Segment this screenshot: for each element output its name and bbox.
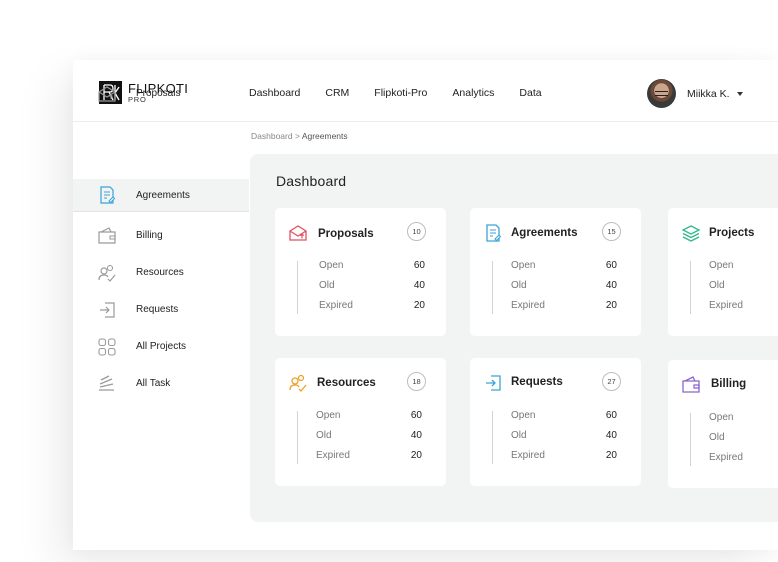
breadcrumb-root[interactable]: Dashboard bbox=[251, 131, 293, 141]
divider bbox=[492, 261, 493, 314]
sidebar-item-label: Requests bbox=[136, 304, 179, 315]
stat-value: 40 bbox=[605, 430, 617, 441]
stat-label: Open bbox=[709, 412, 734, 423]
grid-icon bbox=[98, 337, 116, 356]
document-icon bbox=[486, 224, 502, 242]
sidebar-item-label: All Task bbox=[136, 378, 171, 389]
nav-analytics[interactable]: Analytics bbox=[452, 87, 494, 99]
stat-label: Expired bbox=[319, 300, 353, 311]
sidebar-item-label: Agreements bbox=[136, 189, 190, 201]
sidebar-item-agreements[interactable]: Agreements bbox=[73, 179, 249, 212]
stat-value: 40 bbox=[413, 280, 425, 291]
divider bbox=[297, 261, 298, 314]
stat-label: Old bbox=[511, 430, 527, 441]
dashboard-panel: Dashboard Proposals 10 Open 60 Old 40 Ex… bbox=[250, 154, 778, 522]
stack-icon bbox=[99, 374, 114, 391]
stat-value: 20 bbox=[413, 300, 425, 311]
stat-label: Old bbox=[709, 432, 725, 443]
stat-label: Open bbox=[319, 260, 344, 271]
stat-value: 60 bbox=[413, 260, 425, 271]
divider bbox=[492, 411, 493, 464]
sidebar-item-resources[interactable]: Resources bbox=[73, 256, 249, 289]
divider bbox=[690, 261, 691, 314]
breadcrumb-current: Agreements bbox=[301, 131, 348, 141]
sign-in-icon bbox=[100, 301, 115, 318]
card-title: Agreements bbox=[511, 227, 578, 239]
stat-label: Expired bbox=[316, 450, 350, 461]
users-icon bbox=[289, 374, 307, 392]
sidebar-item-label: All Projects bbox=[136, 341, 187, 352]
stat-label: Old bbox=[709, 280, 725, 291]
stat-value: 20 bbox=[410, 450, 422, 461]
stat-label: Expired bbox=[511, 450, 545, 461]
stat-label: Old bbox=[319, 280, 335, 291]
card-title: Resources bbox=[317, 377, 376, 389]
card-billing[interactable]: Billing Open Old Expired bbox=[668, 360, 778, 488]
nav-crm[interactable]: CRM bbox=[325, 87, 349, 99]
divider bbox=[297, 411, 298, 464]
document-icon bbox=[100, 186, 116, 204]
count-badge: 18 bbox=[407, 372, 426, 391]
card-title: Requests bbox=[511, 376, 563, 388]
sidebar-item-proposals[interactable]: Proposals bbox=[73, 77, 249, 110]
stat-label: Old bbox=[511, 280, 527, 291]
stat-label: Expired bbox=[511, 300, 545, 311]
nav-flipkoti-pro[interactable]: Flipkoti-Pro bbox=[374, 87, 427, 99]
breadcrumb-separator: > bbox=[292, 131, 302, 141]
count-badge: 15 bbox=[602, 222, 621, 241]
sidebar: Proposals Agreements Billing Resources R… bbox=[73, 85, 249, 550]
stat-value: 20 bbox=[605, 450, 617, 461]
sign-in-icon bbox=[486, 375, 501, 391]
stat-label: Old bbox=[316, 430, 332, 441]
card-requests[interactable]: Requests 27 Open 60 Old 40 Expired 20 bbox=[470, 358, 641, 486]
sidebar-item-label: Resources bbox=[136, 267, 184, 278]
envelope-icon bbox=[289, 225, 307, 241]
card-resources[interactable]: Resources 18 Open 60 Old 40 Expired 20 bbox=[275, 358, 446, 486]
sidebar-item-label: Billing bbox=[136, 230, 163, 241]
card-projects[interactable]: Projects Open Old Expired bbox=[668, 208, 778, 336]
stat-value: 60 bbox=[410, 410, 422, 421]
stat-label: Expired bbox=[709, 300, 743, 311]
sidebar-item-label: Proposals bbox=[136, 88, 181, 99]
count-badge: 10 bbox=[407, 222, 426, 241]
chevron-down-icon[interactable] bbox=[736, 91, 743, 96]
app-window: FLIPKOTI PRO Dashboard CRM Flipkoti-Pro … bbox=[73, 60, 778, 550]
sidebar-item-all-task[interactable]: All Task bbox=[73, 367, 249, 400]
stat-label: Open bbox=[511, 260, 536, 271]
page-title: Dashboard bbox=[276, 173, 347, 189]
stat-value: 60 bbox=[605, 260, 617, 271]
avatar[interactable] bbox=[647, 79, 676, 108]
count-badge: 27 bbox=[602, 372, 621, 391]
layers-icon bbox=[681, 225, 701, 242]
users-icon bbox=[98, 264, 116, 282]
divider bbox=[690, 413, 691, 466]
envelope-icon bbox=[98, 85, 116, 102]
nav-dashboard[interactable]: Dashboard bbox=[249, 87, 300, 99]
stat-label: Open bbox=[316, 410, 341, 421]
sidebar-item-all-projects[interactable]: All Projects bbox=[73, 330, 249, 363]
stat-value: 40 bbox=[410, 430, 422, 441]
stat-value: 20 bbox=[605, 300, 617, 311]
wallet-icon bbox=[98, 226, 116, 244]
stat-label: Expired bbox=[709, 452, 743, 463]
card-proposals[interactable]: Proposals 10 Open 60 Old 40 Expired 20 bbox=[275, 208, 446, 336]
card-title: Projects bbox=[709, 227, 755, 239]
stat-label: Open bbox=[511, 410, 536, 421]
breadcrumb: Dashboard > Agreements bbox=[251, 131, 348, 141]
main-nav: Dashboard CRM Flipkoti-Pro Analytics Dat… bbox=[249, 87, 567, 99]
card-title: Proposals bbox=[318, 228, 374, 240]
wallet-icon bbox=[682, 376, 700, 393]
stat-label: Open bbox=[709, 260, 734, 271]
card-title: Billing bbox=[711, 378, 747, 390]
user-menu[interactable]: Miikka K. bbox=[647, 79, 743, 108]
stat-value: 40 bbox=[605, 280, 617, 291]
sidebar-item-billing[interactable]: Billing bbox=[73, 219, 249, 252]
user-name[interactable]: Miikka K. bbox=[687, 88, 730, 100]
nav-data[interactable]: Data bbox=[519, 87, 541, 99]
card-agreements[interactable]: Agreements 15 Open 60 Old 40 Expired 20 bbox=[470, 208, 641, 336]
stat-value: 60 bbox=[605, 410, 617, 421]
sidebar-item-requests[interactable]: Requests bbox=[73, 293, 249, 326]
